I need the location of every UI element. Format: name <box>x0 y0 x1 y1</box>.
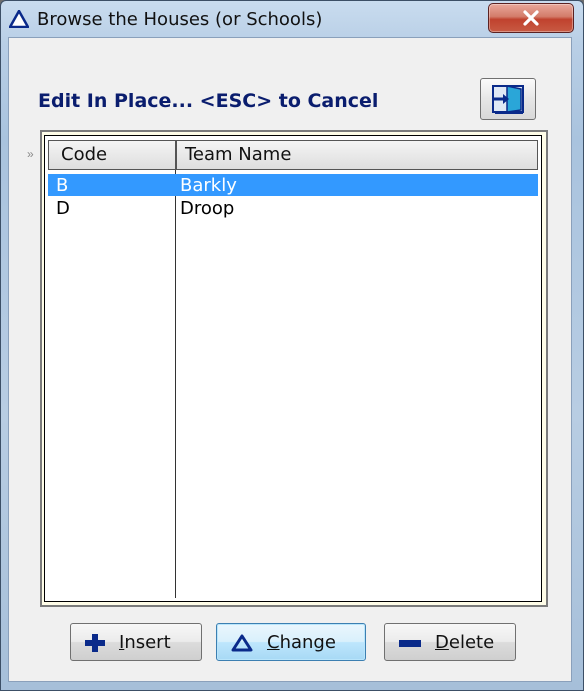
houses-grid[interactable]: Code Team Name B Barkly D Droop <box>44 135 542 602</box>
exit-button[interactable] <box>480 78 536 120</box>
window-title: Browse the Houses (or Schools) <box>37 9 323 30</box>
triangle-icon <box>231 634 253 652</box>
grid-header: Code Team Name <box>48 140 538 170</box>
delete-button[interactable]: Delete <box>384 623 516 661</box>
cell-code: D <box>56 198 70 219</box>
close-x-icon <box>523 10 539 26</box>
cell-team-name: Barkly <box>180 175 237 196</box>
column-header-team-name[interactable]: Team Name <box>177 141 537 169</box>
change-button[interactable]: Change <box>216 623 366 661</box>
row-indicator-icon: » <box>27 147 34 161</box>
edit-in-place-heading: Edit In Place... <ESC> to Cancel <box>38 90 379 112</box>
table-row[interactable]: B Barkly <box>48 174 538 196</box>
triangle-warning-icon <box>9 10 29 28</box>
cell-team-name: Droop <box>180 198 235 219</box>
cell-code: B <box>56 175 69 196</box>
exit-door-icon <box>492 85 524 114</box>
change-label: Change <box>267 632 336 653</box>
column-header-code[interactable]: Code <box>49 141 177 169</box>
table-row[interactable]: D Droop <box>48 197 538 219</box>
column-divider <box>175 170 176 598</box>
delete-label: Delete <box>435 632 495 653</box>
minus-icon <box>399 640 421 647</box>
plus-icon <box>85 634 105 652</box>
close-button[interactable] <box>488 3 574 33</box>
insert-button[interactable]: Insert <box>70 623 202 661</box>
insert-label: Insert <box>119 632 171 653</box>
title-bar[interactable]: Browse the Houses (or Schools) <box>1 1 583 33</box>
